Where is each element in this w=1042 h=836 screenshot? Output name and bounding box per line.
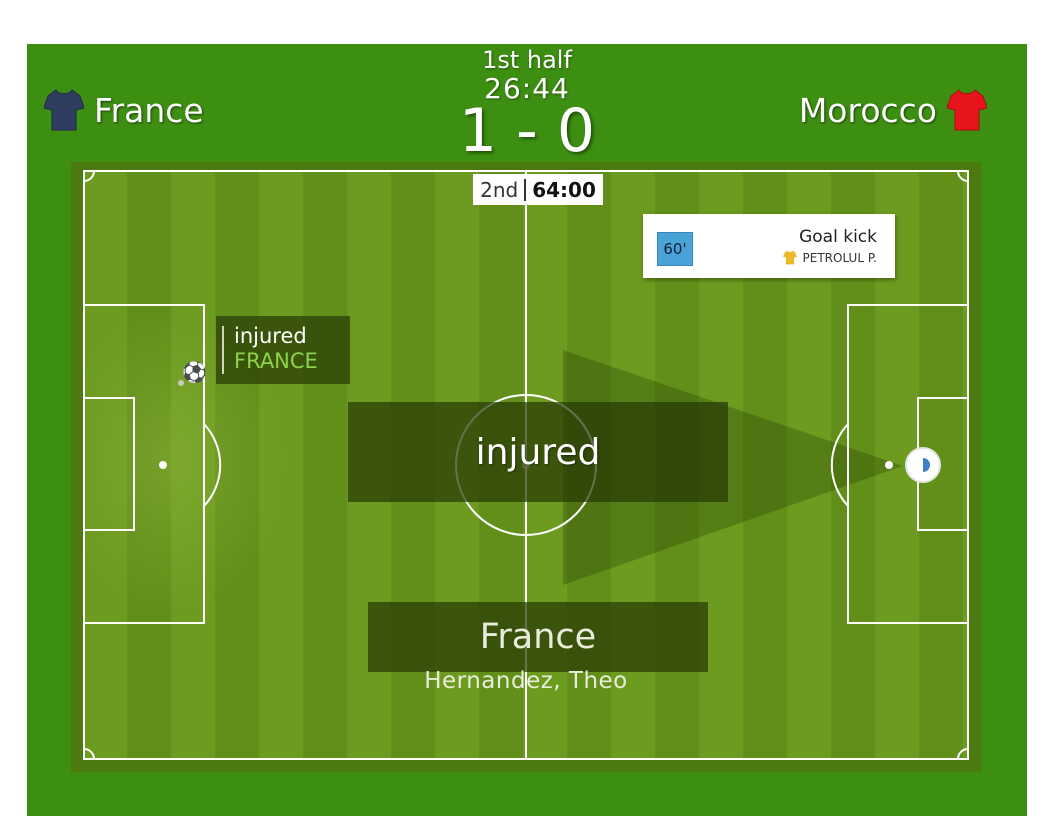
pitch: 2nd 64:00 60' Goal kick PETROLUL P. inju… <box>83 170 969 760</box>
mini-clock-period: 2nd <box>480 177 519 202</box>
match-period: 1st half <box>482 46 572 74</box>
event-team: PETROLUL P. <box>782 250 877 265</box>
event-team-name: PETROLUL P. <box>802 250 877 265</box>
ball-tag-event: injured <box>234 324 307 348</box>
mini-clock-divider <box>524 178 527 201</box>
mini-clock: 2nd 64:00 <box>473 174 603 205</box>
overlay-team: France <box>368 602 708 672</box>
ball-tag-bar <box>222 326 224 374</box>
match-board: France Morocco 1st half 26:44 1 - 0 2nd … <box>27 44 1027 816</box>
event-shirt-icon <box>782 250 797 265</box>
event-type: Goal kick <box>799 227 877 247</box>
ball-tag: injured FRANCE <box>216 316 350 384</box>
mini-clock-time: 64:00 <box>532 177 596 202</box>
event-overlay: injured <box>348 402 728 502</box>
ball-tag-team: FRANCE <box>234 349 318 373</box>
pitch-frame: 2nd 64:00 60' Goal kick PETROLUL P. inju… <box>71 162 981 772</box>
soccer-ball-icon: ⚽ <box>182 360 207 384</box>
match-score: 1 - 0 <box>458 96 596 166</box>
overlay-player: Hernandez, Theo <box>424 668 628 694</box>
event-minute: 60' <box>657 232 693 266</box>
event-card: 60' Goal kick PETROLUL P. <box>643 214 895 278</box>
